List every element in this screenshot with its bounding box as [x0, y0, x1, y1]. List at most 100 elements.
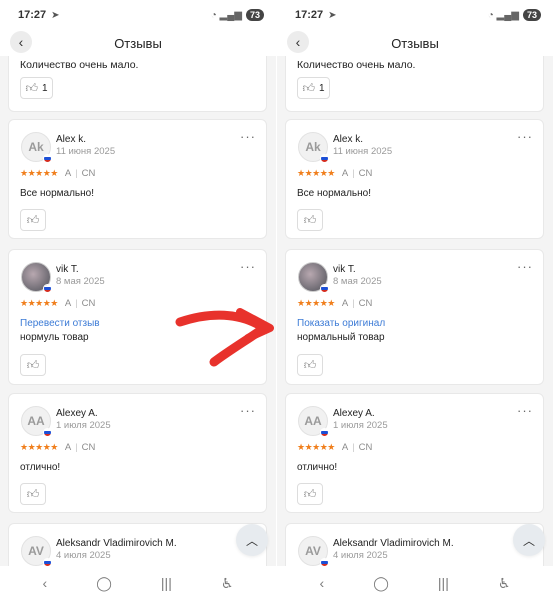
origin-label: CN: [81, 168, 96, 179]
review-author: Alex k.: [333, 134, 364, 145]
avatar: AA: [298, 406, 329, 437]
divider: |: [352, 168, 355, 179]
status-bar: 17:27 ➤ ◔ ▂▄▆ 73: [0, 0, 276, 30]
more-options-icon[interactable]: ···: [240, 260, 256, 273]
reviews-feed[interactable]: Количество очень мало. 👍︎ 1 Ak Alex k. 1…: [277, 56, 553, 566]
review-date: 11 июня 2025: [333, 146, 393, 157]
review-card: AV Aleksandr Vladimirovich M. 4 июля 202…: [8, 523, 267, 566]
like-button[interactable]: 👍︎ 1: [297, 77, 330, 99]
telegram-icon: ➤: [51, 9, 60, 21]
review-card-partial: Количество очень мало. 👍︎ 1: [285, 56, 544, 112]
top-app-bar: ‹ Отзывы: [277, 30, 553, 56]
scroll-to-top-button[interactable]: ︿: [236, 524, 268, 556]
review-card: AA Alexey A. 1 июля 2025 ··· ★★★★★ A | C…: [285, 393, 544, 513]
top-app-bar: ‹ Отзывы: [0, 30, 276, 56]
nav-recents-icon[interactable]: |||: [161, 575, 172, 591]
star-rating: ★★★★★: [297, 298, 335, 308]
telegram-icon: ➤: [328, 9, 337, 21]
rating-row: ★★★★★ A | CN: [20, 168, 95, 179]
avatar-initials: Ak: [305, 140, 321, 154]
origin-label: CN: [358, 298, 373, 309]
battery-indicator: 73: [245, 9, 264, 21]
review-date: 1 июля 2025: [333, 420, 388, 431]
like-button[interactable]: 👍︎ 1: [20, 77, 53, 99]
like-button[interactable]: 👍︎: [297, 483, 323, 505]
review-date: 11 июня 2025: [56, 146, 116, 157]
back-arrow-icon: ‹: [18, 34, 24, 50]
review-date: 4 июля 2025: [56, 550, 111, 561]
accessibility-icon[interactable]: ♿︎: [498, 575, 511, 592]
like-button[interactable]: 👍︎: [297, 354, 323, 376]
thumbs-up-icon: 👍︎: [303, 358, 317, 372]
divider: |: [352, 298, 355, 309]
page-title: Отзывы: [114, 35, 162, 51]
avatar: AV: [298, 536, 329, 566]
review-text: Все нормально!: [20, 188, 94, 199]
accessibility-icon[interactable]: ♿︎: [221, 575, 234, 592]
like-button[interactable]: 👍︎: [20, 354, 46, 376]
more-options-icon[interactable]: ···: [517, 260, 533, 273]
avatar-initials: Ak: [28, 140, 44, 154]
russia-flag-icon: [320, 284, 329, 293]
review-author: Aleksandr Vladimirovich M.: [333, 538, 454, 549]
thumbs-up-icon: 👍︎: [26, 487, 40, 501]
scroll-to-top-button[interactable]: ︿: [513, 524, 545, 556]
russia-flag-icon: [43, 558, 52, 566]
nav-back-icon[interactable]: ‹: [320, 575, 325, 591]
variant-label: A: [64, 442, 72, 453]
show-original-link[interactable]: Показать оригинал: [297, 318, 385, 329]
system-nav-bar: ‹ ◯ ||| ♿︎: [0, 566, 276, 600]
origin-label: CN: [358, 442, 373, 453]
rating-row: ★★★★★ A | CN: [297, 442, 372, 453]
rating-row: ★★★★★ A | CN: [20, 442, 95, 453]
nav-home-icon[interactable]: ◯: [373, 575, 389, 592]
avatar-initials: AA: [27, 414, 45, 428]
avatar: AV: [21, 536, 52, 566]
russia-flag-icon: [320, 154, 329, 163]
review-text: нормуль товар: [20, 332, 89, 343]
like-button[interactable]: 👍︎: [20, 483, 46, 505]
nav-recents-icon[interactable]: |||: [438, 575, 449, 591]
more-options-icon[interactable]: ···: [240, 404, 256, 417]
review-text: Все нормально!: [297, 188, 371, 199]
nav-back-icon[interactable]: ‹: [43, 575, 48, 591]
variant-label: A: [64, 298, 72, 309]
star-rating: ★★★★★: [20, 168, 58, 178]
thumbs-up-icon: 👍︎: [26, 213, 40, 227]
thumbs-up-icon: 👍︎: [26, 358, 40, 372]
translate-review-link[interactable]: Перевести отзыв: [20, 318, 100, 329]
review-card-partial: Количество очень мало. 👍︎ 1: [8, 56, 267, 112]
chevron-up-icon: ︿: [522, 533, 535, 548]
status-icons: ◔ ▂▄▆ 73: [488, 9, 541, 21]
variant-label: A: [341, 442, 349, 453]
russia-flag-icon: [43, 428, 52, 437]
back-arrow-icon: ‹: [295, 34, 301, 50]
like-button[interactable]: 👍︎: [20, 209, 46, 231]
nav-home-icon[interactable]: ◯: [96, 575, 112, 592]
wifi-signal-icon: ◔ ▂▄▆: [487, 9, 519, 21]
star-rating: ★★★★★: [20, 442, 58, 452]
chevron-up-icon: ︿: [245, 533, 258, 548]
review-date: 8 мая 2025: [333, 276, 382, 287]
review-text: Количество очень мало.: [297, 59, 416, 71]
like-button[interactable]: 👍︎: [297, 209, 323, 231]
status-time: 17:27: [295, 9, 324, 21]
back-button[interactable]: ‹: [10, 31, 32, 53]
wifi-signal-icon: ◔ ▂▄▆: [210, 9, 242, 21]
more-options-icon[interactable]: ···: [240, 130, 256, 143]
rating-row: ★★★★★ A | CN: [297, 298, 372, 309]
avatar: Ak: [298, 132, 329, 163]
review-author: Alexey A.: [333, 408, 375, 419]
star-rating: ★★★★★: [297, 442, 335, 452]
thumbs-up-icon: 👍︎: [25, 81, 38, 95]
review-text: нормальный товар: [297, 332, 385, 343]
back-button[interactable]: ‹: [287, 31, 309, 53]
more-options-icon[interactable]: ···: [517, 404, 533, 417]
rating-row: ★★★★★ A | CN: [297, 168, 372, 179]
review-author: vik T.: [56, 264, 79, 275]
review-card: Ak Alex k. 11 июня 2025 ··· ★★★★★ A | CN…: [8, 119, 267, 239]
avatar-initials: AV: [28, 544, 44, 558]
more-options-icon[interactable]: ···: [517, 130, 533, 143]
origin-label: CN: [81, 298, 96, 309]
divider: |: [75, 298, 78, 309]
